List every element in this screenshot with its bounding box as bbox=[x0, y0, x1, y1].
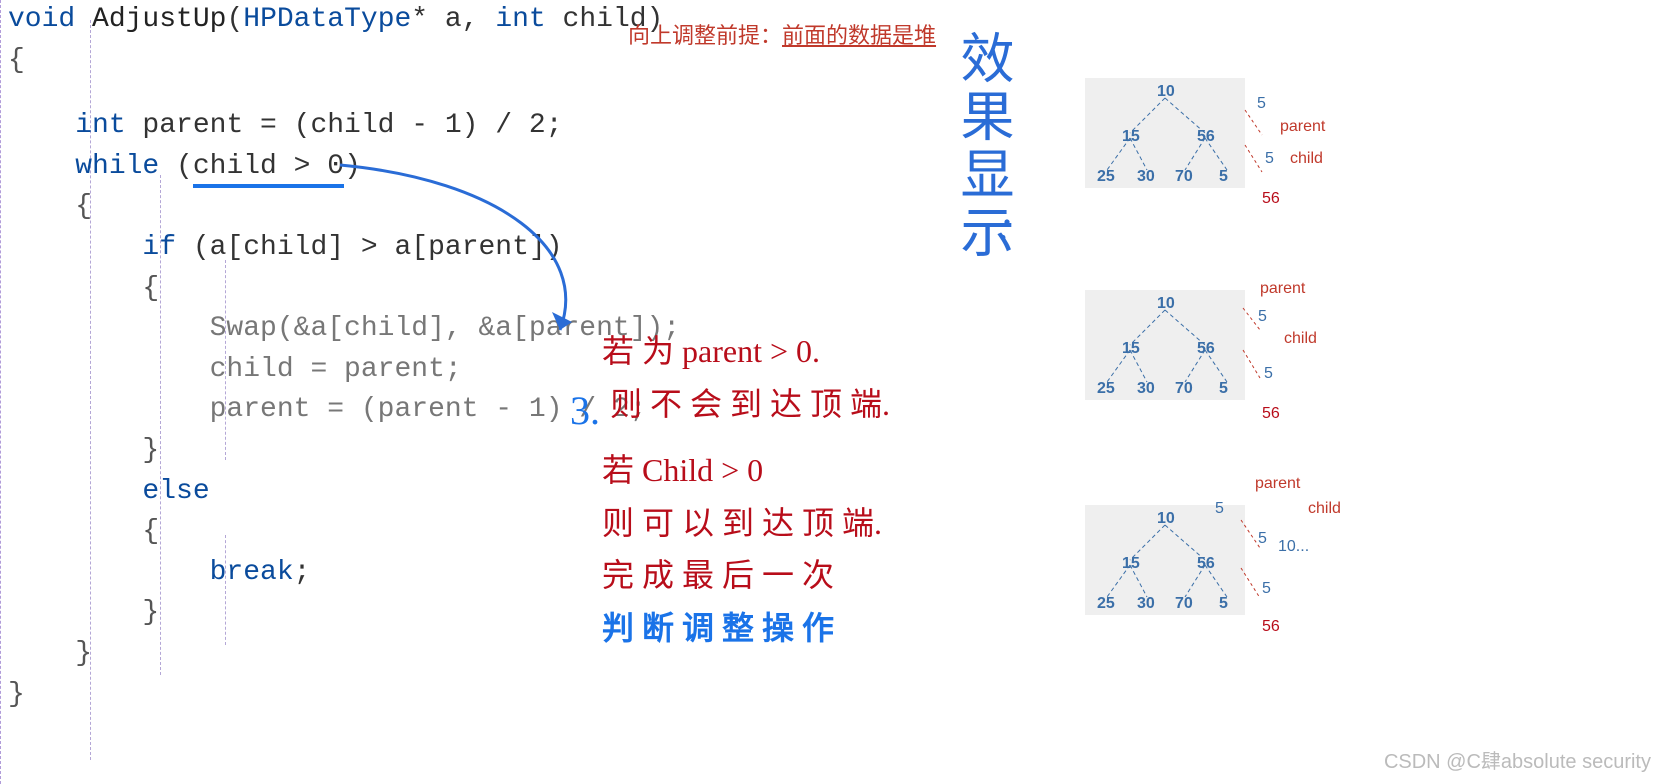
svg-text:10: 10 bbox=[1157, 510, 1175, 527]
svg-text:25: 25 bbox=[1097, 168, 1115, 185]
label-result-display: 效果显示 bbox=[930, 30, 1010, 262]
svg-text:30: 30 bbox=[1137, 168, 1155, 185]
tree3-right-extra: 10... bbox=[1278, 538, 1309, 556]
svg-text:30: 30 bbox=[1137, 595, 1155, 612]
code-line-6: if (a[child] > a[parent]) bbox=[8, 228, 680, 269]
tree3-label-parent: parent bbox=[1255, 475, 1300, 493]
tree1-label-child: child bbox=[1290, 150, 1323, 168]
tree2-side-bot-num: 5 bbox=[1264, 365, 1273, 383]
note-line-3: 若 Child > 0 bbox=[570, 444, 890, 497]
note-line-5: 完 成 最 后 一 次 bbox=[570, 549, 890, 602]
svg-text:70: 70 bbox=[1175, 168, 1193, 185]
svg-text:10: 10 bbox=[1157, 83, 1175, 100]
svg-text:70: 70 bbox=[1175, 595, 1193, 612]
tree3-label-child: child bbox=[1308, 500, 1341, 518]
note-line-1: 若 为 parent > 0. bbox=[570, 325, 890, 378]
code-line-2: { bbox=[8, 41, 680, 82]
svg-text:5: 5 bbox=[1219, 595, 1228, 612]
note-line-2: 3.则 不 会 到 达 顶 端. bbox=[570, 378, 890, 444]
tree1-below-num: 56 bbox=[1262, 190, 1280, 208]
code-line-17: } bbox=[8, 675, 680, 716]
code-line-3: int parent = (child - 1) / 2; bbox=[8, 106, 680, 147]
svg-text:70: 70 bbox=[1175, 380, 1193, 397]
vertical-guide bbox=[0, 0, 6, 784]
svg-text:5: 5 bbox=[1219, 168, 1228, 185]
annotation-header: 向上调整前提：前面的数据是堆 bbox=[628, 18, 936, 50]
tree3-side-lines bbox=[1238, 510, 1278, 610]
tree1-label-parent: parent bbox=[1280, 118, 1325, 136]
tree2-label-parent: parent bbox=[1260, 280, 1305, 298]
svg-text:10: 10 bbox=[1157, 295, 1175, 312]
svg-text:15: 15 bbox=[1122, 555, 1140, 572]
code-line-7: { bbox=[8, 269, 680, 310]
svg-text:56: 56 bbox=[1197, 340, 1215, 357]
code-line-1: void AdjustUp(HPDataType* a, int child) bbox=[8, 0, 680, 41]
svg-text:25: 25 bbox=[1097, 380, 1115, 397]
tree3-side-mid-num: 5 bbox=[1258, 530, 1267, 548]
tree2-side-top-num: 5 bbox=[1258, 308, 1267, 326]
tree3-below-num: 56 bbox=[1262, 618, 1280, 636]
tree1-side-top-num: 5 bbox=[1257, 95, 1266, 113]
tree-diagram-2: 10 15 56 25 30 70 5 bbox=[1085, 290, 1245, 400]
svg-text:25: 25 bbox=[1097, 595, 1115, 612]
code-line-4: while (child > 0) bbox=[8, 147, 680, 188]
svg-text:30: 30 bbox=[1137, 380, 1155, 397]
tree2-label-child: child bbox=[1284, 330, 1317, 348]
tree3-side-top-num: 5 bbox=[1215, 500, 1224, 518]
tree1-side-bot-num: 5 bbox=[1265, 150, 1274, 168]
svg-text:15: 15 bbox=[1122, 128, 1140, 145]
code-line-5: { bbox=[8, 187, 680, 228]
watermark: CSDN @C肆absolute security bbox=[1384, 745, 1651, 774]
code-line-blank-1 bbox=[8, 81, 680, 106]
svg-text:56: 56 bbox=[1197, 128, 1215, 145]
tree-diagram-3: 10 15 56 25 30 70 5 bbox=[1085, 505, 1245, 615]
note-line-6: 判 断 调 整 操 作 bbox=[570, 602, 890, 655]
tree3-side-bot-num: 5 bbox=[1262, 580, 1271, 598]
svg-text:56: 56 bbox=[1197, 555, 1215, 572]
tree-diagram-1: 10 15 56 25 30 70 5 bbox=[1085, 78, 1245, 188]
tree2-below-num: 56 bbox=[1262, 405, 1280, 423]
svg-text:5: 5 bbox=[1219, 380, 1228, 397]
svg-text:15: 15 bbox=[1122, 340, 1140, 357]
handwritten-notes: 若 为 parent > 0. 3.则 不 会 到 达 顶 端. 若 Child… bbox=[570, 325, 890, 655]
note-line-4: 则 可 以 到 达 顶 端. bbox=[570, 497, 890, 550]
